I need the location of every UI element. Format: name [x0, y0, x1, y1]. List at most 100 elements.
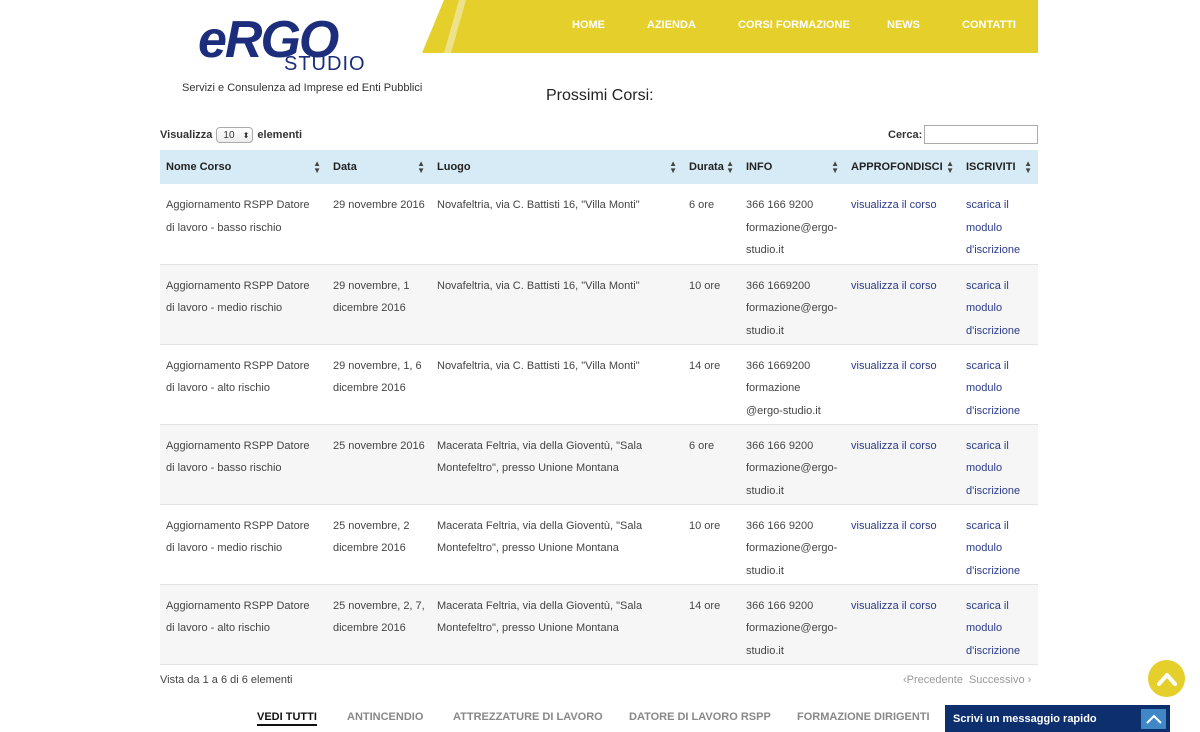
- filter-tab-formazione-dirigenti[interactable]: FORMAZIONE DIRIGENTI: [797, 711, 930, 723]
- nav-item-home[interactable]: HOME: [572, 19, 605, 31]
- quick-message-label: Scrivi un messaggio rapido: [953, 712, 1097, 725]
- filter-tab-antincendio[interactable]: ANTINCENDIO: [347, 711, 423, 723]
- download-form-link[interactable]: scarica il modulo d'iscrizione: [966, 280, 1020, 337]
- sort-icon: ▲ ▼: [946, 159, 954, 175]
- cell-approfondisci: visualizza il corso: [845, 264, 960, 345]
- logo-studio: STUDIO: [284, 53, 366, 75]
- length-control: Visualizza 10 ⬍ elementi: [160, 127, 302, 143]
- column-header-luogo[interactable]: Luogo ▲ ▼: [431, 150, 683, 184]
- cell-iscriviti: scarica il modulo d'iscrizione: [960, 264, 1038, 345]
- page-length-select[interactable]: 10 ⬍: [216, 127, 254, 143]
- table-info: Vista da 1 a 6 di 6 elementi: [160, 674, 293, 686]
- sort-icon: ▲ ▼: [313, 159, 321, 175]
- table-row: Aggiornamento RSPP Datore di lavoro - ba…: [160, 424, 1038, 505]
- scroll-to-top-button[interactable]: [1148, 660, 1185, 697]
- info-phone: 366 166 9200: [746, 599, 814, 612]
- nav-item-corsi-formazione[interactable]: CORSI FORMAZIONE: [738, 19, 850, 31]
- cell-luogo: Novafeltria, via C. Battisti 16, "Villa …: [431, 264, 683, 345]
- cell-durata: 10 ore: [683, 264, 740, 345]
- cell-luogo: Macerata Feltria, via della Gioventù, "S…: [431, 424, 683, 505]
- column-label: Data: [333, 161, 357, 173]
- filter-tab-datore-di-lavoro[interactable]: DATORE DI LAVORO RSPP: [629, 711, 771, 723]
- cell-durata: 10 ore: [683, 504, 740, 585]
- pager-next-label: Successivo: [968, 674, 1025, 686]
- column-label: Nome Corso: [166, 161, 232, 173]
- courses-table: Nome Corso ▲ ▼ Data ▲ ▼ Luogo ▲ ▼ Durata ▲ ▼ INF…: [160, 150, 1038, 665]
- pager-previous[interactable]: ‹Precedente: [903, 674, 963, 686]
- cell-luogo: Novafeltria, via C. Battisti 16, "Villa …: [431, 344, 683, 425]
- search-input[interactable]: [924, 125, 1039, 144]
- column-label: ISCRIVITI: [966, 161, 1016, 173]
- column-label: APPROFONDISCI: [851, 161, 943, 173]
- view-course-link[interactable]: visualizza il corso: [851, 199, 937, 211]
- cell-iscriviti: scarica il modulo d'iscrizione: [960, 184, 1038, 265]
- nav-item-news[interactable]: NEWS: [887, 19, 920, 31]
- pager-previous-label: Precedente: [906, 674, 963, 686]
- column-header-approfondisci[interactable]: APPROFONDISCI ▲ ▼: [845, 150, 960, 184]
- quick-message-bar[interactable]: Scrivi un messaggio rapido: [945, 705, 1170, 732]
- download-form-link[interactable]: scarica il modulo d'iscrizione: [966, 360, 1020, 417]
- info-email: formazione@ergo-studio.it: [746, 622, 838, 657]
- view-course-link[interactable]: visualizza il corso: [851, 440, 937, 452]
- cell-nome: Aggiornamento RSPP Datore di lavoro - ba…: [160, 424, 327, 505]
- cell-info: 366 166 9200 formazione@ergo-studio.it: [740, 184, 845, 265]
- site-logo[interactable]: eRGO STUDIO Servizi e Consulenza ad Impr…: [180, 10, 423, 98]
- sort-icon: ▲ ▼: [1024, 159, 1032, 175]
- cell-data: 25 novembre, 2, 7, dicembre 2016: [327, 584, 431, 665]
- column-header-durata[interactable]: Durata ▲ ▼: [683, 150, 740, 184]
- cell-durata: 6 ore: [683, 184, 740, 265]
- page-title: Prossimi Corsi:: [546, 87, 654, 104]
- column-header-info[interactable]: INFO ▲ ▼: [740, 150, 845, 184]
- cell-nome: Aggiornamento RSPP Datore di lavoro - me…: [160, 504, 327, 585]
- cell-approfondisci: visualizza il corso: [845, 504, 960, 585]
- column-header-data[interactable]: Data ▲ ▼: [327, 150, 431, 184]
- filter-tab-attrezzature[interactable]: ATTREZZATURE DI LAVORO: [453, 711, 603, 723]
- view-course-link[interactable]: visualizza il corso: [851, 520, 937, 532]
- logo-tagline: Servizi e Consulenza ad Imprese ed Enti …: [182, 82, 423, 94]
- info-email: formazione@ergo-studio.it: [746, 462, 838, 497]
- cell-iscriviti: scarica il modulo d'iscrizione: [960, 344, 1038, 425]
- cell-iscriviti: scarica il modulo d'iscrizione: [960, 424, 1038, 505]
- view-course-link[interactable]: visualizza il corso: [851, 360, 937, 372]
- cell-approfondisci: visualizza il corso: [845, 584, 960, 665]
- chat-toggle-button[interactable]: [1141, 708, 1166, 729]
- table-row: Aggiornamento RSPP Datore di lavoro - me…: [160, 504, 1038, 585]
- view-course-link[interactable]: visualizza il corso: [851, 280, 937, 292]
- table-row: Aggiornamento RSPP Datore di lavoro - al…: [160, 344, 1038, 425]
- length-prefix: Visualizza: [160, 129, 213, 141]
- pager-next[interactable]: Successivo ›: [969, 674, 1031, 686]
- sort-icon: ▲ ▼: [417, 159, 425, 175]
- cell-nome: Aggiornamento RSPP Datore di lavoro - ba…: [160, 184, 327, 265]
- cell-data: 25 novembre, 2 dicembre 2016: [327, 504, 431, 585]
- filter-tab-vedi-tutti[interactable]: VEDI TUTTI: [257, 711, 317, 726]
- download-form-link[interactable]: scarica il modulo d'iscrizione: [966, 520, 1020, 577]
- cell-approfondisci: visualizza il corso: [845, 424, 960, 505]
- length-suffix: elementi: [257, 129, 303, 141]
- table-header-row: Nome Corso ▲ ▼ Data ▲ ▼ Luogo ▲ ▼ Durata ▲ ▼ INF…: [160, 150, 1038, 184]
- cell-data: 25 novembre 2016: [327, 424, 431, 505]
- chevron-up-icon: [1145, 714, 1162, 724]
- nav-item-contatti[interactable]: CONTATTI: [962, 19, 1016, 31]
- cell-info: 366 166 9200 formazione@ergo-studio.it: [740, 504, 845, 585]
- column-header-iscriviti[interactable]: ISCRIVITI ▲ ▼: [960, 150, 1038, 184]
- download-form-link[interactable]: scarica il modulo d'iscrizione: [966, 440, 1020, 497]
- sort-icon: ▲ ▼: [726, 159, 734, 175]
- search-control: Cerca:: [888, 125, 1039, 144]
- cell-nome: Aggiornamento RSPP Datore di lavoro - al…: [160, 584, 327, 665]
- search-label: Cerca:: [888, 128, 923, 141]
- cell-luogo: Macerata Feltria, via della Gioventù, "S…: [431, 584, 683, 665]
- sort-icon: ▲ ▼: [669, 159, 677, 175]
- chevron-up-icon: [1156, 672, 1177, 686]
- column-header-nome[interactable]: Nome Corso ▲ ▼: [160, 150, 327, 184]
- cell-luogo: Novafeltria, via C. Battisti 16, "Villa …: [431, 184, 683, 265]
- info-phone: 366 1669200: [746, 359, 811, 372]
- cell-info: 366 166 9200 formazione@ergo-studio.it: [740, 584, 845, 665]
- download-form-link[interactable]: scarica il modulo d'iscrizione: [966, 600, 1020, 657]
- page-length-value: 10: [223, 129, 235, 141]
- pagination: ‹Precedente Successivo ›: [903, 674, 1031, 686]
- view-course-link[interactable]: visualizza il corso: [851, 600, 937, 612]
- download-form-link[interactable]: scarica il modulo d'iscrizione: [966, 199, 1020, 256]
- select-arrows-icon: ⬍: [242, 130, 250, 140]
- nav-item-azienda[interactable]: AZIENDA: [647, 19, 696, 31]
- info-email: formazione@ergo-studio.it: [746, 221, 838, 257]
